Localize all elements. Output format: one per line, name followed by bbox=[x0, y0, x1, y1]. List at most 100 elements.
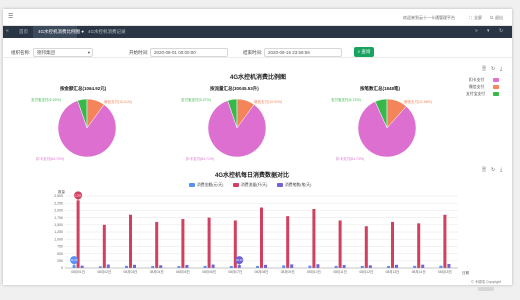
x-tick-label: 08月08日 bbox=[255, 270, 269, 274]
chart-panel: 4G水控机消费比例图 🗎 ↻ ⤓ 扣卡支付 微信支付 支付宝支付 按金额汇总(1… bbox=[3, 58, 512, 285]
bar-0-8 bbox=[282, 265, 286, 268]
bar-2-14 bbox=[447, 263, 451, 268]
x-tick-label: 08月13日 bbox=[386, 270, 400, 274]
bar-2-5 bbox=[211, 264, 215, 268]
bar-2-6 bbox=[237, 265, 241, 268]
bar-2-11 bbox=[368, 265, 372, 268]
scroll-indicator[interactable] bbox=[478, 287, 494, 291]
fullscreen-link[interactable]: 全屏 bbox=[474, 15, 482, 21]
bar-1-14 bbox=[443, 214, 447, 268]
bar-1-8 bbox=[286, 216, 290, 268]
bar-0-5 bbox=[203, 265, 207, 268]
logout-link[interactable]: 退出 bbox=[495, 15, 503, 21]
refresh-icon[interactable]: ↻ bbox=[499, 29, 503, 34]
x-tick-label: 08月10日 bbox=[307, 270, 321, 274]
fullscreen-icon[interactable]: ⛶ bbox=[469, 15, 472, 20]
bar-0-9 bbox=[308, 265, 312, 268]
logout-icon[interactable]: ⏻ bbox=[490, 15, 493, 20]
screen-background: ☰ 欢迎来到云十一卡通管理平台 ⛶ 全屏 ⏻ 退出 « 首页 4G水控机消费比例… bbox=[0, 0, 520, 300]
bar-2-3 bbox=[159, 265, 163, 268]
bar-1-11 bbox=[364, 226, 368, 268]
y-tick-label: 2,500 bbox=[54, 194, 63, 198]
bar-1-4 bbox=[181, 219, 185, 268]
bar-0-1 bbox=[98, 266, 102, 268]
bar-2-4 bbox=[185, 264, 189, 268]
tab-label: 4G水控机消费比例图 bbox=[38, 29, 81, 34]
bar-1-3 bbox=[155, 221, 159, 268]
y-tick-label: 0 bbox=[61, 266, 63, 270]
x-tick-label: 08月03日 bbox=[124, 270, 138, 274]
bar-1-12 bbox=[391, 221, 394, 268]
x-tick-label: 08月02日 bbox=[97, 270, 111, 274]
bar-2-0 bbox=[80, 265, 84, 268]
x-tick-label: 08月06日 bbox=[202, 270, 216, 274]
tab-bar: « 首页 4G水控机消费比例图 ● 4G水控机消费记录 » ▾ ↻ bbox=[3, 26, 512, 38]
bar-2-9 bbox=[316, 264, 320, 268]
top-header: ☰ 欢迎来到云十一卡通管理平台 ⛶ 全屏 ⏻ 退出 bbox=[3, 9, 512, 26]
bar-2-12 bbox=[395, 264, 398, 268]
tab-home[interactable]: 首页 bbox=[14, 26, 33, 38]
tab-scroll-right-icon[interactable]: » bbox=[475, 29, 478, 34]
bar-0-14 bbox=[439, 265, 443, 268]
bar-1-7 bbox=[260, 207, 263, 268]
org-select-value: 德邦集团 bbox=[37, 50, 55, 55]
y-tick-label: 750 bbox=[57, 245, 63, 249]
x-tick-label: 08月05日 bbox=[176, 270, 190, 274]
x-tick-label: 08月04日 bbox=[150, 270, 164, 274]
y-tick-label: 500 bbox=[57, 252, 63, 256]
count-pin-text: 20.44 bbox=[236, 258, 243, 262]
y-tick-label: 2,000 bbox=[54, 209, 63, 213]
footer-copyright: © 卡嘻嘻 Copyright bbox=[471, 280, 502, 284]
x-tick-label: 08月14日 bbox=[412, 270, 426, 274]
y-tick-label: 1,250 bbox=[54, 230, 63, 234]
x-tick-label: 08月07日 bbox=[228, 270, 242, 274]
x-tick-label: 08月12日 bbox=[359, 270, 373, 274]
search-icon: ⌕ bbox=[357, 49, 361, 54]
bar-2-8 bbox=[290, 264, 294, 268]
y-tick-label: 2,250 bbox=[54, 201, 63, 205]
max-volume-pin-text: 2,350 bbox=[75, 193, 82, 197]
tab-scroll-left-icon[interactable]: « bbox=[6, 29, 9, 34]
x-tick-label: 08月11日 bbox=[333, 270, 347, 274]
tab-actions-icon[interactable]: ▾ bbox=[487, 29, 490, 34]
bar-1-2 bbox=[129, 214, 132, 268]
filter-bar: 组织名称: 德邦集团 ▾ 开始时间: 2020-08-01 00:00:00 结… bbox=[3, 38, 512, 58]
welcome-text: 欢迎来到云十一卡通管理平台 bbox=[403, 15, 455, 20]
x-tick-label: 08月09日 bbox=[281, 270, 295, 274]
bar-axes: 0 250 500 750 1,000 1,250 1,500 1,750 2,000 2,250… bbox=[54, 194, 458, 274]
bar-0-13 bbox=[413, 265, 417, 268]
bar-0-6 bbox=[229, 265, 233, 268]
chevron-down-icon: ▾ bbox=[87, 50, 90, 55]
org-select[interactable]: 德邦集团 ▾ bbox=[33, 48, 93, 57]
bar-2-2 bbox=[133, 264, 136, 268]
y-tick-label: 1,000 bbox=[54, 237, 63, 241]
end-time-input[interactable]: 2020-08-15 23:59:59 bbox=[264, 48, 342, 57]
bar-0-4 bbox=[177, 266, 181, 268]
search-button-label: 查询 bbox=[361, 49, 371, 54]
bar-0-10 bbox=[334, 265, 338, 268]
menu-icon[interactable]: ☰ bbox=[8, 14, 13, 20]
start-time-input[interactable]: 2020-08-01 00:00:00 bbox=[150, 48, 228, 57]
x-tick-label: 08月01日 bbox=[71, 270, 85, 274]
bar-2-7 bbox=[264, 264, 267, 268]
bar-1-9 bbox=[312, 208, 316, 268]
bar-1-5 bbox=[207, 217, 211, 268]
bar-0-11 bbox=[360, 265, 364, 268]
x-tick-label: 08月15日 bbox=[438, 270, 452, 274]
amount-pin-text: 11.07 bbox=[71, 258, 78, 262]
org-label: 组织名称: bbox=[11, 50, 31, 55]
app-window: ☰ 欢迎来到云十一卡通管理平台 ⛶ 全屏 ⏻ 退出 « 首页 4G水控机消费比例… bbox=[3, 9, 512, 285]
bar-0-2 bbox=[125, 265, 128, 268]
bar-0-3 bbox=[151, 265, 155, 268]
tab-water-consumption-ratio[interactable]: 4G水控机消费比例图 ● bbox=[33, 26, 84, 38]
bar-0-7 bbox=[256, 265, 259, 268]
tab-water-consumption-records[interactable]: 4G水控机消费记录 bbox=[83, 26, 131, 38]
search-button[interactable]: ⌕ 查询 bbox=[354, 47, 374, 57]
max-volume-pin: 2,350 bbox=[74, 191, 83, 201]
bar-0-0 bbox=[72, 265, 76, 268]
y-tick-label: 250 bbox=[57, 259, 63, 263]
end-time-label: 结束时间: bbox=[243, 50, 263, 55]
bar-chart-svg: 0 250 500 750 1,000 1,250 1,500 1,750 2,000 2,250… bbox=[54, 191, 458, 274]
y-tick-label: 1,750 bbox=[54, 216, 63, 220]
bar-2-13 bbox=[421, 264, 425, 268]
